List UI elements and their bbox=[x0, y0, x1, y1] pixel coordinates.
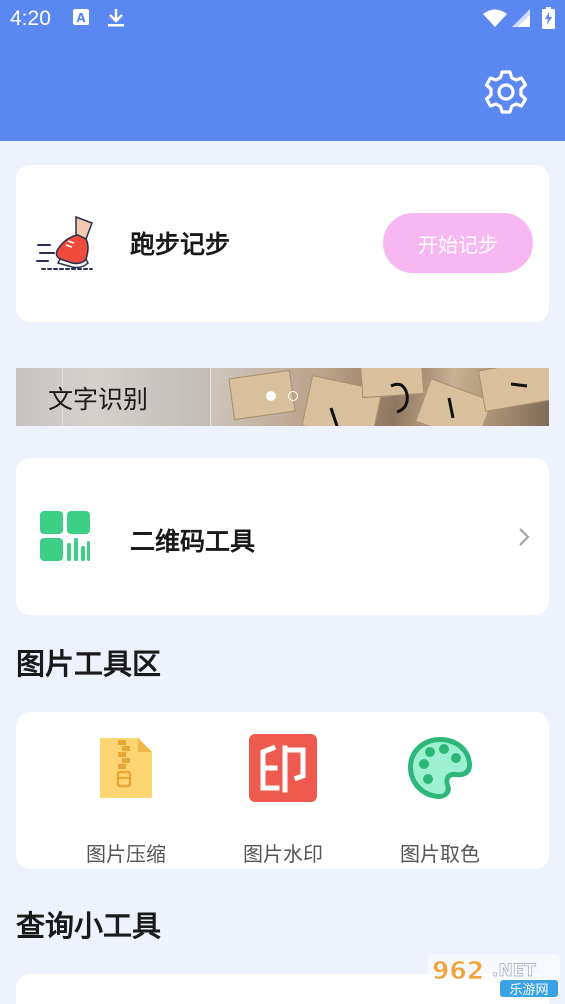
banner-dot-active bbox=[266, 391, 276, 401]
wifi-icon bbox=[483, 9, 507, 31]
banner-title: 文字识别 bbox=[48, 385, 149, 414]
tool-image-compress[interactable]: 图片压缩 bbox=[56, 732, 196, 866]
status-time: 4:20 bbox=[10, 7, 51, 30]
tool-image-color-picker[interactable]: 图片取色 bbox=[370, 732, 510, 866]
tool-label: 图片水印 bbox=[243, 842, 323, 866]
keyboard-notification-icon: A bbox=[73, 8, 89, 30]
palette-icon bbox=[406, 734, 474, 802]
battery-icon bbox=[542, 7, 555, 33]
image-tools-section-title: 图片工具区 bbox=[16, 647, 162, 681]
svg-text:.NET: .NET bbox=[492, 961, 536, 981]
zip-file-icon bbox=[92, 734, 160, 802]
tool-label: 图片压缩 bbox=[86, 842, 166, 866]
start-step-button[interactable]: 开始记步 bbox=[383, 213, 533, 273]
stamp-icon bbox=[249, 734, 317, 802]
settings-button[interactable] bbox=[480, 66, 532, 118]
app-header: 4:20 A bbox=[0, 0, 565, 141]
svg-text:962: 962 bbox=[432, 956, 484, 985]
running-shoe-icon bbox=[36, 213, 102, 275]
signal-icon bbox=[512, 9, 530, 31]
running-step-card[interactable]: 跑步记步 开始记步 bbox=[16, 165, 549, 322]
banner-dot bbox=[288, 391, 298, 401]
chevron-right-icon bbox=[516, 526, 532, 548]
banner-divider bbox=[210, 368, 211, 426]
gear-icon bbox=[484, 70, 528, 114]
svg-text:乐游网: 乐游网 bbox=[509, 983, 548, 998]
qr-code-tool-card[interactable]: 二维码工具 bbox=[16, 458, 549, 615]
running-title: 跑步记步 bbox=[130, 230, 231, 259]
svg-text:A: A bbox=[76, 11, 86, 25]
qr-tool-title: 二维码工具 bbox=[130, 527, 256, 556]
query-tools-section-title: 查询小工具 bbox=[16, 909, 162, 943]
download-icon bbox=[107, 8, 125, 32]
ocr-banner[interactable]: 文字识别 bbox=[16, 368, 549, 426]
qr-grid-icon bbox=[40, 511, 90, 561]
tool-image-watermark[interactable]: 图片水印 bbox=[213, 732, 353, 866]
image-tools-card: 图片压缩 图片水印 图片取色 bbox=[16, 712, 549, 869]
tool-label: 图片取色 bbox=[400, 842, 480, 866]
banner-photo bbox=[211, 368, 549, 426]
site-watermark-logo: 962 .NET 乐游网 bbox=[426, 952, 562, 1000]
